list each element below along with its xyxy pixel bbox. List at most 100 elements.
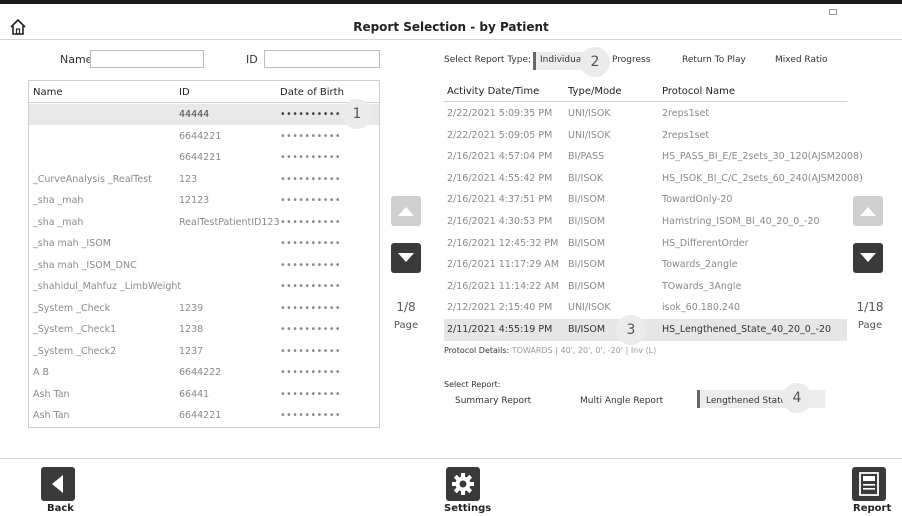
report-option-multi-angle[interactable]: Multi Angle Report — [580, 396, 663, 406]
patient-id-cell: 1239 — [179, 302, 204, 314]
patient-dob-cell: •••••••••• — [280, 109, 342, 120]
patient-dob-cell: •••••••••• — [280, 324, 342, 335]
patient-row[interactable]: _CurveAnalysis _RealTest 123 •••••••••• — [29, 169, 379, 190]
patient-dob-cell: •••••••••• — [280, 259, 342, 271]
report-type-mixed-ratio[interactable]: Mixed Ratio — [775, 55, 828, 65]
report-option-lengthened-state[interactable]: Lengthened State — [706, 396, 786, 406]
callout-badge-1: 1 — [342, 99, 372, 129]
patient-row[interactable]: 44444 •••••••••• — [29, 104, 379, 125]
activity-date-cell: 2/16/2021 11:17:29 AM — [447, 259, 560, 271]
col-header-name[interactable]: Name — [33, 87, 63, 98]
activity-table: Activity Date/Time Type/Mode Protocol Na… — [444, 80, 863, 344]
patient-page-up-button[interactable] — [391, 196, 421, 226]
id-search-label: ID — [246, 53, 258, 66]
patient-row[interactable]: _System _Check1 1238 •••••••••• — [29, 319, 379, 340]
activity-date-cell: 2/11/2021 4:55:19 PM — [447, 324, 553, 335]
patient-name-cell: Ash Tan — [33, 388, 70, 400]
arrow-left-icon — [52, 475, 63, 493]
id-search-input[interactable] — [264, 50, 380, 68]
activity-row[interactable]: 2/22/2021 5:09:35 PM UNI/ISOK 2reps1set — [444, 103, 847, 125]
patient-row[interactable]: _shahidul_Mahfuz _LimbWeight •••••••••• — [29, 276, 379, 297]
activity-type-cell: BI/ISOM — [568, 259, 606, 271]
back-button-label: Back — [47, 503, 74, 514]
patient-id-cell: 6644222 — [179, 367, 222, 378]
report-type-progress[interactable]: Progress — [612, 55, 650, 65]
arrow-up-icon — [860, 207, 876, 216]
patient-name-cell: A B — [33, 367, 50, 378]
activity-type-cell: BI/ISOM — [568, 324, 606, 335]
patient-row[interactable]: _sha _mah 12123 •••••••••• — [29, 190, 379, 211]
patient-name-cell: _CurveAnalysis _RealTest — [33, 173, 152, 185]
patient-dob-cell: •••••••••• — [280, 345, 342, 357]
activity-type-cell: BI/PASS — [568, 151, 605, 163]
patient-row[interactable]: Ash Tan 6644221 •••••••••• — [29, 405, 379, 426]
patient-row[interactable]: _System _Check2 1237 •••••••••• — [29, 341, 379, 362]
patient-page-label: Page — [393, 320, 419, 331]
activity-type-cell: UNI/ISOK — [568, 302, 611, 314]
patient-dob-cell: •••••••••• — [280, 410, 342, 421]
patient-page-down-button[interactable] — [391, 243, 421, 273]
col-header-activity-date[interactable]: Activity Date/Time — [447, 86, 539, 97]
activity-date-cell: 2/16/2021 11:14:22 AM — [447, 280, 560, 292]
activity-row[interactable]: 2/16/2021 12:45:32 PM BI/ISOM HS_Different… — [444, 233, 847, 255]
patient-name-cell: _System _Check — [33, 302, 111, 314]
col-header-dob[interactable]: Date of Birth — [280, 87, 344, 98]
patient-row[interactable]: 6644221 •••••••••• — [29, 147, 379, 168]
activity-page-up-button[interactable] — [853, 196, 883, 226]
patient-name-cell: _shahidul_Mahfuz _LimbWeight — [33, 281, 182, 292]
col-header-type-mode[interactable]: Type/Mode — [568, 86, 622, 97]
settings-button[interactable] — [446, 467, 480, 501]
activity-row[interactable]: 2/22/2021 5:09:05 PM UNI/ISOK 2reps1set — [444, 125, 847, 147]
title-bar: Report Selection - by Patient — [0, 4, 902, 40]
activity-row[interactable]: 2/16/2021 4:55:42 PM BI/ISOK HS_ISOK_BI_C/… — [444, 168, 863, 190]
col-header-protocol-name[interactable]: Protocol Name — [662, 86, 735, 97]
report-button[interactable] — [852, 467, 886, 501]
patient-dob-cell: •••••••••• — [280, 388, 342, 400]
select-report-label: Select Report: — [444, 380, 501, 389]
patient-dob-cell: •••••••••• — [280, 216, 342, 228]
patient-dob-cell: •••••••••• — [280, 367, 342, 378]
col-header-id[interactable]: ID — [179, 87, 190, 98]
activity-row[interactable]: 2/16/2021 4:57:04 PM BI/PASS HS_PASS_BI_E/… — [444, 146, 863, 168]
patient-row[interactable]: Ash Tan 66441 •••••••••• — [29, 384, 379, 405]
patient-row[interactable]: _sha mah _ISOM_DNC •••••••••• — [29, 255, 379, 276]
activity-row[interactable]: 2/12/2021 2:15:40 PM UNI/ISOK isok_60.180.… — [444, 297, 847, 319]
patient-row[interactable]: _sha _mah RealTestPatientID123 •••••••••• — [29, 212, 379, 233]
patient-name-cell: Ash Tan — [33, 410, 70, 421]
patient-dob-cell: •••••••••• — [280, 130, 342, 142]
arrow-down-icon — [860, 253, 876, 262]
window-restore-icon[interactable] — [829, 9, 837, 15]
activity-page-count: 1/18 — [856, 300, 884, 314]
report-type-return-to-play[interactable]: Return To Play — [682, 55, 746, 65]
activity-protocol-cell: HS_PASS_BI_E/E_2sets_30_120(AJSM2008) — [662, 151, 863, 163]
report-option-summary[interactable]: Summary Report — [455, 396, 531, 406]
report-type-individual[interactable]: Individual — [540, 55, 584, 65]
activity-protocol-cell: Towards_2angle — [662, 259, 738, 271]
gear-icon — [452, 473, 474, 495]
patient-row[interactable]: 6644221 •••••••••• — [29, 126, 379, 147]
name-search-input[interactable] — [90, 50, 204, 68]
patient-dob-cell: •••••••••• — [280, 281, 342, 292]
activity-table-header: Activity Date/Time Type/Mode Protocol Na… — [444, 80, 847, 102]
activity-row[interactable]: 2/16/2021 11:14:22 AM BI/ISOM TOwards_3Ang… — [444, 276, 847, 298]
patient-name-cell: _System _Check2 — [33, 345, 117, 357]
report-icon — [859, 472, 879, 496]
arrow-down-icon — [398, 253, 414, 262]
activity-row[interactable]: 2/16/2021 4:37:51 PM BI/ISOM TowardOnly-20 — [444, 189, 847, 211]
patient-name-cell: _sha _mah — [33, 195, 84, 206]
activity-page-label: Page — [857, 320, 883, 331]
patient-row[interactable]: A B 6644222 •••••••••• — [29, 362, 379, 383]
patient-id-cell: 66441 — [179, 388, 210, 400]
back-button[interactable] — [41, 467, 75, 501]
activity-date-cell: 2/16/2021 12:45:32 PM — [447, 237, 559, 249]
activity-protocol-cell: HS_Lengthened_State_40_20_0_-20 — [662, 324, 832, 335]
activity-page-down-button[interactable] — [853, 243, 883, 273]
patient-table-header: Name ID Date of Birth — [29, 81, 379, 103]
activity-row[interactable]: 2/16/2021 4:30:53 PM BI/ISOM Hamstring_ISO… — [444, 211, 847, 233]
patient-id-cell: RealTestPatientID123 — [179, 216, 280, 228]
patient-id-cell: 1238 — [179, 324, 204, 335]
activity-row[interactable]: 2/16/2021 11:17:29 AM BI/ISOM Towards_2ang… — [444, 254, 847, 276]
activity-protocol-cell: HS_DifferentOrder — [662, 237, 749, 249]
patient-row[interactable]: _System _Check 1239 •••••••••• — [29, 298, 379, 319]
patient-row[interactable]: _sha mah _ISOM •••••••••• — [29, 233, 379, 254]
